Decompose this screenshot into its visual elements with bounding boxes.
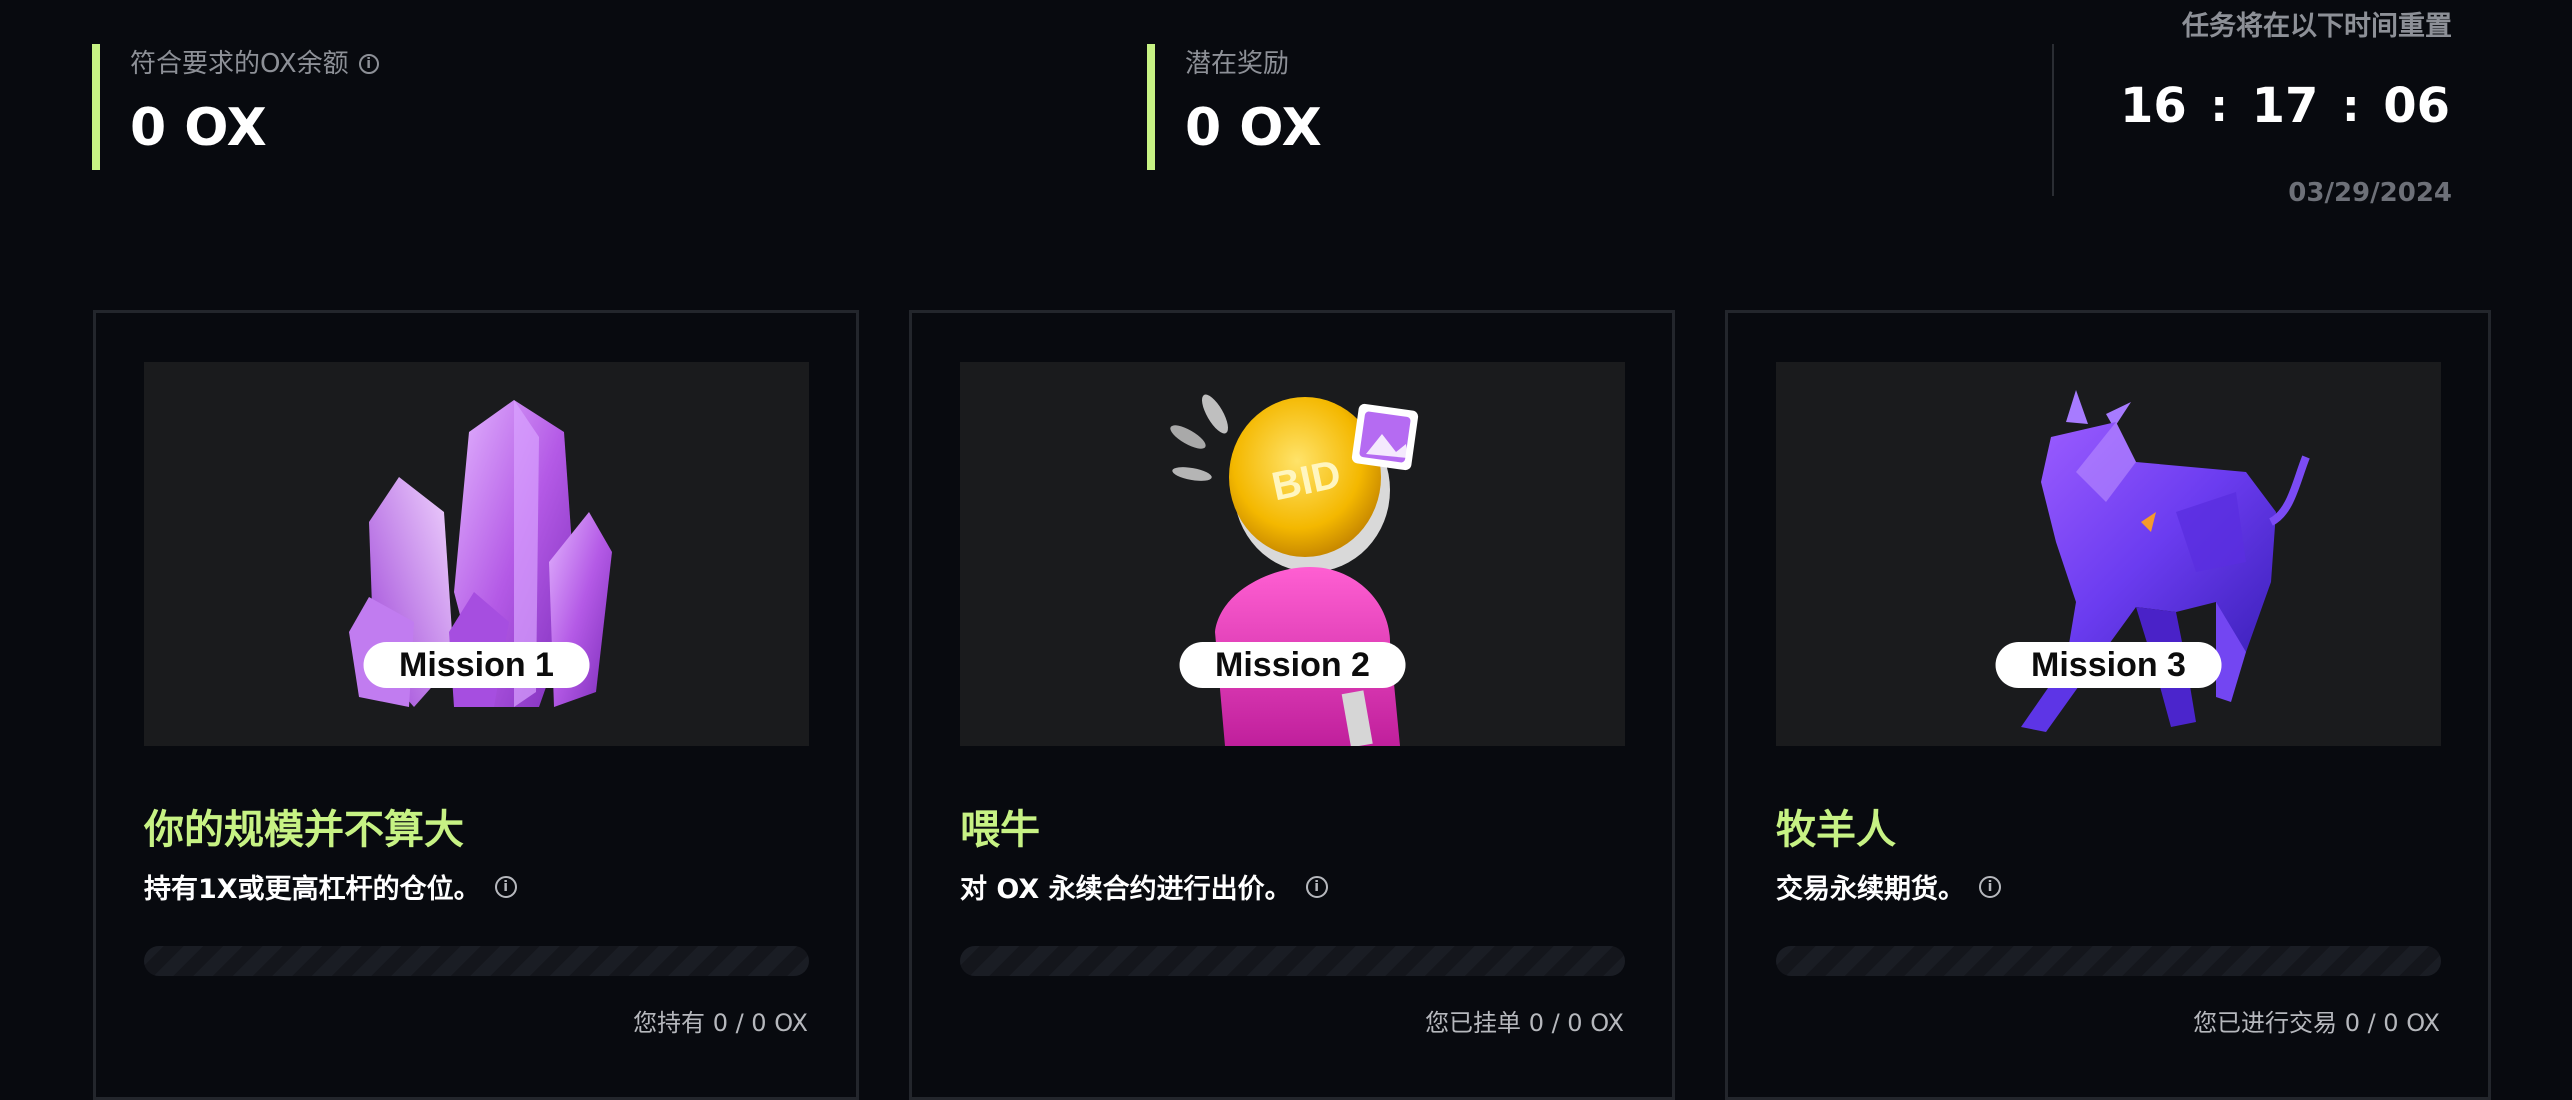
mission-image: Mission 1 bbox=[144, 362, 809, 746]
mission-description: 对 OX 永续合约进行出价。 bbox=[960, 874, 1292, 905]
potential-reward-stat: 潜在奖励 0 OX bbox=[1147, 44, 1322, 170]
mission-title: 喂牛 bbox=[960, 807, 1040, 853]
mission-image: Mission 3 bbox=[1776, 362, 2441, 746]
mission-title: 牧羊人 bbox=[1776, 807, 1896, 853]
mission-badge: Mission 3 bbox=[1995, 642, 2222, 688]
mission-description: 交易永续期货。 bbox=[1776, 874, 1965, 905]
reset-date: 03/29/2024 bbox=[2288, 178, 2452, 208]
mission-progress-bar bbox=[960, 946, 1625, 976]
reset-countdown-label: 任务将在以下时间重置 bbox=[2182, 11, 2452, 42]
mission-status: 您已进行交易 0 / 0 OX bbox=[2193, 1009, 2440, 1037]
eligible-balance-stat: 符合要求的OX余额 i 0 OX bbox=[92, 44, 379, 170]
info-icon[interactable]: i bbox=[358, 54, 379, 74]
mission-card-3[interactable]: Mission 3 牧羊人 交易永续期货。 i 您已进行交易 0 / 0 OX bbox=[1725, 310, 2491, 1100]
countdown-hours: 16 bbox=[2120, 78, 2187, 134]
purple-bull-icon bbox=[2021, 390, 2310, 732]
mission-description: 持有1X或更高杠杆的仓位。 bbox=[144, 874, 481, 905]
mission-image: BID Mission 2 bbox=[960, 362, 1625, 746]
potential-reward-label: 潜在奖励 bbox=[1185, 49, 1290, 79]
mission-status: 您已挂单 0 / 0 OX bbox=[1425, 1009, 1624, 1037]
mission-title: 你的规模并不算大 bbox=[144, 807, 464, 853]
mission-badge: Mission 1 bbox=[363, 642, 590, 688]
amethyst-crystal-icon bbox=[349, 400, 612, 707]
countdown-minutes: 17 bbox=[2251, 78, 2319, 134]
mission-status: 您持有 0 / 0 OX bbox=[633, 1009, 808, 1037]
countdown-separator: : bbox=[2341, 80, 2360, 132]
bid-coin-hand-icon: BID bbox=[1170, 394, 1419, 746]
potential-reward-value: 0 OX bbox=[1185, 98, 1322, 158]
info-icon[interactable]: i bbox=[494, 875, 517, 898]
eligible-balance-value: 0 OX bbox=[130, 98, 267, 158]
reset-countdown-timer: 16 : 17 : 06 bbox=[2120, 78, 2450, 134]
info-icon[interactable]: i bbox=[1979, 875, 2001, 898]
eligible-balance-label: 符合要求的OX余额 bbox=[130, 49, 349, 79]
mission-card-1[interactable]: Mission 1 你的规模并不算大 持有1X或更高杠杆的仓位。 i 您持有 0… bbox=[93, 310, 859, 1100]
countdown-separator: : bbox=[2210, 80, 2228, 132]
vertical-divider bbox=[2052, 44, 2054, 196]
mission-badge: Mission 2 bbox=[1179, 642, 1406, 688]
countdown-seconds: 06 bbox=[2383, 78, 2450, 134]
mission-progress-bar bbox=[144, 946, 809, 976]
mission-progress-bar bbox=[1776, 946, 2441, 976]
mission-card-2[interactable]: BID Mission 2 喂牛 对 OX 永续合约进行出价。 i 您已挂单 0… bbox=[909, 310, 1675, 1100]
info-icon[interactable]: i bbox=[1305, 875, 1328, 898]
